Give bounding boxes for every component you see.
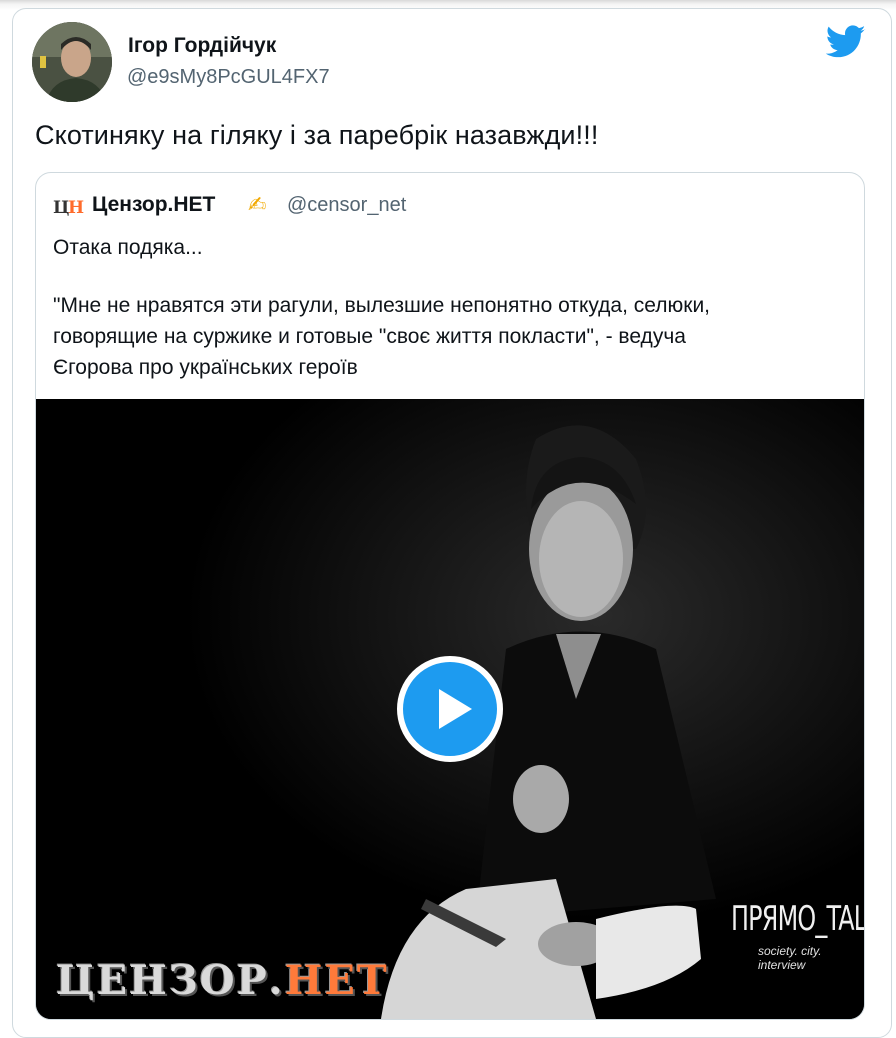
quoted-text-line: Отака подяка... — [53, 236, 203, 259]
svg-text:Ц: Ц — [53, 198, 69, 218]
censor-net-logo-icon[interactable]: Ц Н — [51, 193, 87, 221]
pramo-talk-subtitle: society. city. interview — [758, 944, 822, 972]
quoted-author-name[interactable]: Цензор.НЕТ — [92, 193, 215, 217]
author-name[interactable]: Ігор Гордійчук — [128, 34, 276, 58]
author-handle[interactable]: @e9sMy8PcGUL4FX7 — [127, 66, 330, 89]
quoted-text-line: "Мне не нравятся эти рагули, вылезшие не… — [53, 294, 711, 317]
play-button[interactable] — [397, 656, 503, 762]
watermark-main: ЦЕНЗОР. — [56, 957, 285, 1004]
censor-net-watermark: ЦЕНЗОР.НЕТ — [56, 957, 389, 1004]
pramo-talk-watermark: ПРЯМО_TALK — [731, 899, 864, 939]
twitter-bird-icon[interactable] — [826, 25, 866, 59]
author-avatar[interactable] — [32, 22, 112, 102]
video-player[interactable]: ЦЕНЗОР.НЕТ ПРЯМО_TALK society. city. int… — [36, 399, 864, 1019]
tweet-text: Скотиняку на гіляку і за паребрік назавж… — [35, 120, 599, 150]
quoted-text-line: говорящие на суржике и готовые "своє жит… — [53, 325, 686, 348]
svg-text:Н: Н — [68, 198, 84, 218]
watermark-accent: НЕТ — [284, 957, 389, 1004]
quoted-tweet[interactable]: Ц Н Цензор.НЕТ ✍ @censor_net Отака подяк… — [35, 172, 865, 1020]
quoted-text-line: Єгорова про українських героїв — [53, 356, 358, 379]
quoted-author-handle[interactable]: @censor_net — [287, 194, 406, 217]
writing-hand-icon: ✍ — [248, 192, 267, 217]
